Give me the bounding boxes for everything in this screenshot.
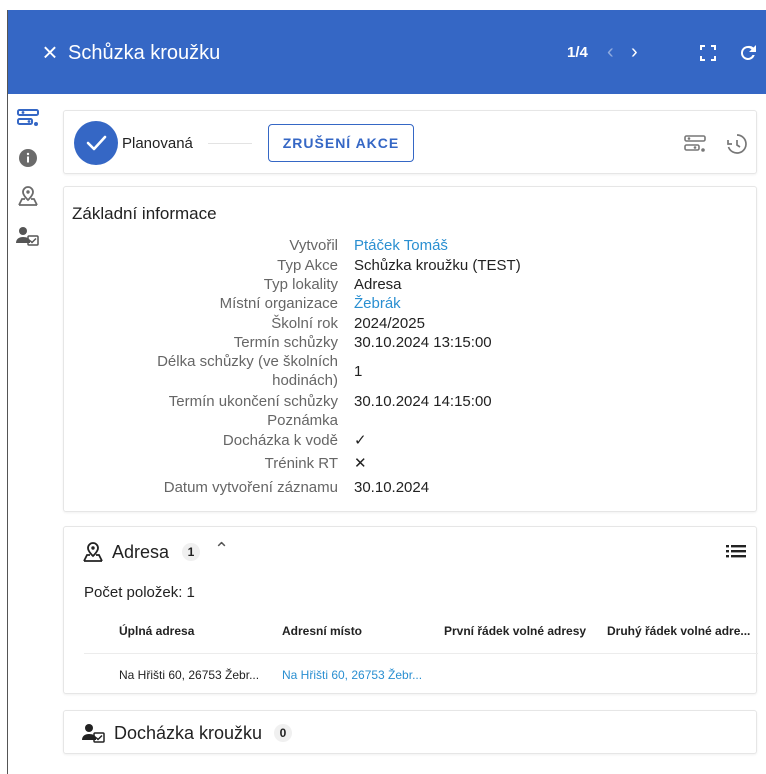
count-badge: 0	[274, 724, 292, 742]
map-pin-icon	[18, 186, 38, 206]
info-label: Typ lokality	[263, 276, 338, 293]
refresh-icon[interactable]	[736, 41, 760, 65]
check-icon	[86, 135, 107, 151]
attendance-card: Docházka kroužku 0	[63, 710, 757, 754]
info-label: Délka schůzky (ve školních	[157, 353, 338, 370]
map-pin-icon	[83, 542, 103, 562]
info-label: Trénink RT	[264, 455, 338, 472]
sidebar	[8, 94, 48, 774]
info-value: 30.10.2024 14:15:00	[354, 393, 492, 410]
status-label: Planovaná	[122, 135, 193, 152]
table-cell-address-place-link[interactable]: Na Hřišti 60, 26753 Žebr...	[282, 667, 442, 683]
info-label: Docházka k vodě	[222, 432, 338, 449]
author-link[interactable]: Ptáček Tomáš	[354, 237, 448, 255]
prev-icon[interactable]: ‹	[607, 40, 614, 64]
checkmark-icon: ✓	[354, 432, 367, 449]
column-header[interactable]: Adresní místo	[282, 623, 432, 639]
status-card: Planovaná ZRUŠENÍ AKCE	[63, 110, 757, 174]
status-connector	[208, 143, 252, 144]
info-value: 30.10.2024 13:15:00	[354, 334, 492, 351]
sidebar-item-address[interactable]	[14, 182, 42, 210]
info-value: 1	[354, 363, 363, 380]
column-header[interactable]: Druhý řádek volné adre...	[607, 623, 755, 639]
section-title: Základní informace	[72, 204, 217, 223]
user-check-icon	[82, 724, 105, 743]
section-title: Adresa	[112, 542, 170, 562]
address-card: Adresa 1 ⌃ Počet položek: 1 Úplná adresa…	[63, 526, 758, 694]
info-label: Vytvořil	[289, 237, 338, 254]
column-header[interactable]: Úplná adresa	[119, 623, 269, 639]
user-check-icon	[16, 227, 39, 246]
sidebar-item-attendance[interactable]	[14, 222, 42, 250]
workflow-icon[interactable]	[684, 133, 706, 155]
table-cell-full-address: Na Hřišti 60, 26753 Žebr...	[119, 668, 260, 682]
info-label: Termín schůzky	[233, 334, 338, 351]
cross-icon: ✕	[354, 455, 367, 472]
info-label: Poznámka	[267, 412, 338, 429]
info-value: Adresa	[354, 276, 402, 293]
sidebar-item-info[interactable]	[14, 144, 42, 172]
header-bar: × Schůzka kroužku 1/4 ‹ ›	[8, 10, 766, 94]
next-icon[interactable]: ›	[631, 40, 638, 64]
status-indicator	[74, 121, 118, 165]
info-label: Termín ukončení schůzky	[168, 393, 338, 410]
section-title: Docházka kroužku	[114, 723, 263, 743]
info-icon	[19, 149, 37, 167]
cancel-event-button[interactable]: ZRUŠENÍ AKCE	[268, 124, 414, 162]
column-header[interactable]: První řádek volné adresy	[444, 623, 604, 639]
sidebar-item-overview[interactable]	[14, 104, 42, 132]
info-value: 30.10.2024	[354, 479, 430, 496]
info-label: Místní organizace	[219, 295, 338, 312]
page-title: Schůzka kroužku	[68, 42, 221, 64]
count-badge: 1	[182, 543, 200, 561]
organization-link[interactable]: Žebrák	[354, 295, 401, 313]
info-label: Školní rok	[271, 315, 338, 332]
table-divider	[84, 653, 758, 654]
history-icon[interactable]	[724, 132, 748, 156]
info-label: Datum vytvoření záznamu	[163, 479, 338, 496]
info-label: hodinách)	[272, 372, 338, 389]
pager-indicator: 1/4	[567, 44, 588, 61]
workflow-icon	[17, 109, 39, 126]
info-label: Typ Akce	[277, 257, 338, 274]
chevron-up-icon[interactable]: ⌃	[214, 537, 229, 561]
info-value: Schůzka kroužku (TEST)	[354, 257, 521, 274]
info-value: 2024/2025	[354, 315, 425, 332]
fullscreen-icon[interactable]	[698, 43, 718, 63]
basic-info-card: Základní informace Vytvořil Ptáček Tomáš…	[63, 186, 757, 512]
info-row-duration: Délka schůzky (ve školních hodinách) 1	[64, 353, 758, 391]
close-icon[interactable]: ×	[38, 38, 62, 66]
items-count: Počet položek: 1	[84, 584, 195, 601]
list-icon[interactable]	[726, 543, 746, 559]
